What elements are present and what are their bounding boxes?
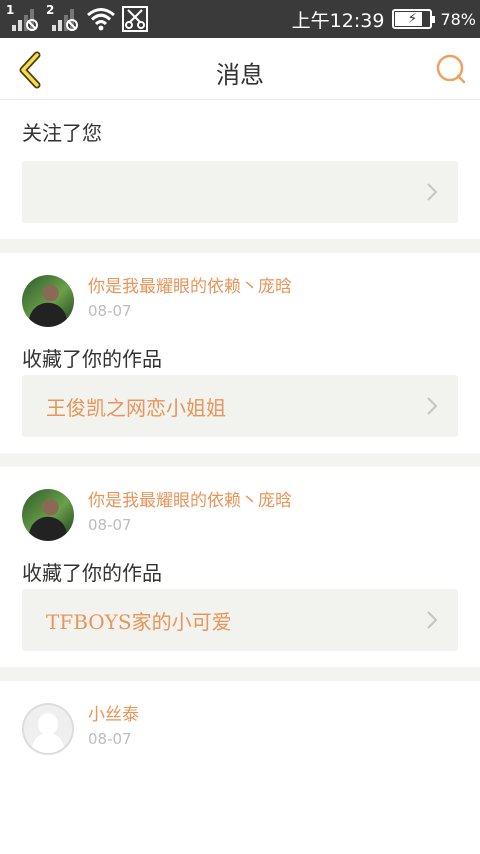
app-header: 消息: [0, 38, 480, 100]
notification-item: 小丝泰 08-07: [0, 681, 480, 755]
signal-sim2-icon: 2: [46, 3, 80, 33]
notification-action: 关注了您: [22, 121, 102, 145]
notification-date: 08-07: [88, 516, 132, 534]
battery-percent: 78%: [440, 9, 476, 29]
battery-icon: ⚡: [392, 9, 436, 29]
notification-item: 你是我最耀眼的依赖丶庞晗 08-07 收藏了你的作品 王俊凯之网恋小姐姐: [0, 253, 480, 453]
work-link[interactable]: 王俊凯之网恋小姐姐: [22, 375, 458, 437]
work-title: 王俊凯之网恋小姐姐: [46, 395, 226, 420]
user-name[interactable]: 你是我最耀眼的依赖丶庞晗: [88, 489, 308, 514]
status-right: 上午12:39 ⚡ 78%: [292, 0, 476, 38]
avatar[interactable]: [22, 703, 74, 755]
clock: 上午12:39: [291, 9, 385, 32]
work-link[interactable]: TFBOYS家的小可爱: [22, 589, 458, 651]
work-title: TFBOYS家的小可爱: [46, 609, 232, 634]
chevron-right-icon: [427, 183, 438, 201]
chevron-right-icon: [427, 611, 438, 629]
user-name[interactable]: 小丝泰: [88, 703, 308, 728]
notification-date: 08-07: [88, 302, 132, 320]
status-left: 1 2: [6, 3, 148, 34]
signal-sim1-icon: 1: [6, 3, 40, 33]
status-bar: 1 2 上午12:39 ⚡ 78%: [0, 0, 480, 38]
search-button[interactable]: [434, 52, 468, 86]
user-row[interactable]: 你是我最耀眼的依赖丶庞晗 08-07: [22, 253, 458, 327]
notification-item: 你是我最耀眼的依赖丶庞晗 08-07 收藏了你的作品 TFBOYS家的小可爱: [0, 467, 480, 667]
search-icon: [436, 54, 466, 84]
section-divider: [0, 667, 480, 681]
scissors-icon: [122, 6, 148, 32]
section-divider: [0, 239, 480, 253]
notification-item: 关注了您: [0, 101, 480, 239]
avatar[interactable]: [22, 489, 74, 541]
notification-action: 收藏了你的作品: [22, 347, 162, 371]
user-row[interactable]: 小丝泰 08-07: [22, 681, 458, 755]
wifi-icon: [87, 8, 115, 31]
notification-date: 08-07: [88, 730, 132, 748]
notification-action: 收藏了你的作品: [22, 561, 162, 585]
avatar[interactable]: [22, 275, 74, 327]
notification-list: 关注了您 你是我最耀眼的依赖丶庞晗 08-07 收藏了你的作品 王俊凯之网恋小姐…: [0, 101, 480, 755]
page-title: 消息: [216, 61, 264, 89]
user-row[interactable]: 你是我最耀眼的依赖丶庞晗 08-07: [22, 467, 458, 541]
section-divider: [0, 453, 480, 467]
chevron-right-icon: [427, 397, 438, 415]
work-link[interactable]: [22, 161, 458, 223]
user-name[interactable]: 你是我最耀眼的依赖丶庞晗: [88, 275, 308, 300]
